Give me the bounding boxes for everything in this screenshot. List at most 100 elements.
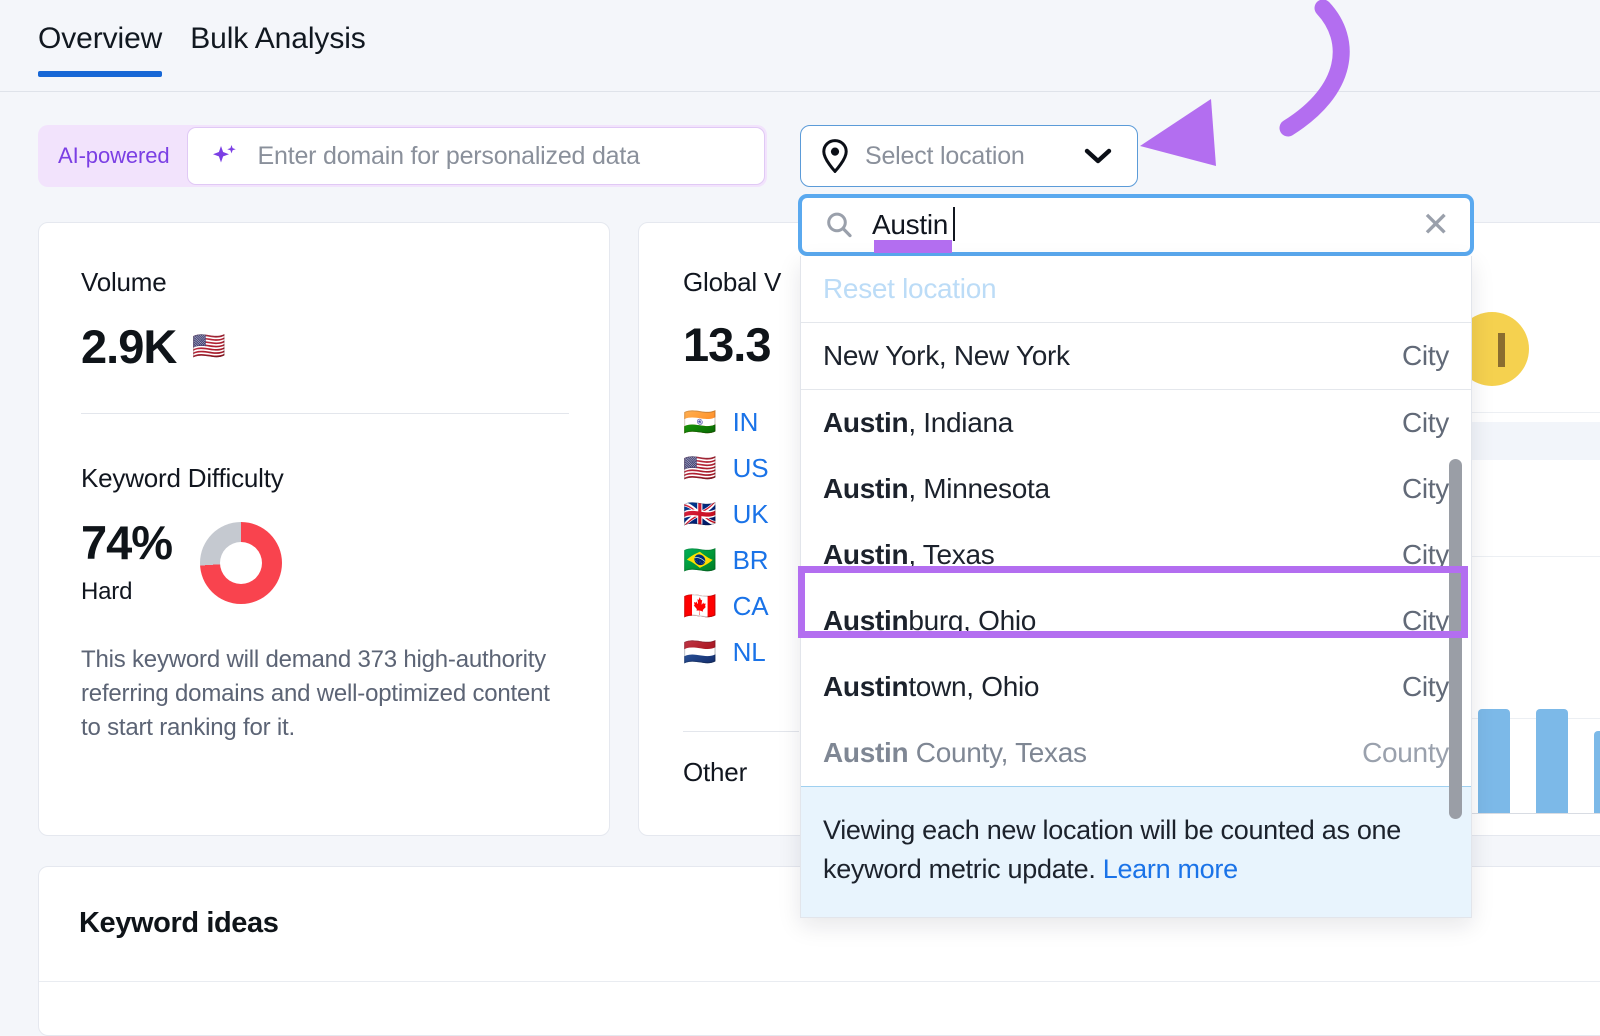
location-rest: town, Ohio <box>908 671 1040 702</box>
location-type: City <box>1401 407 1449 438</box>
underline-annotation <box>874 240 952 253</box>
list-item[interactable]: 🇺🇸 US <box>683 445 769 491</box>
global-volume-value: 13.3 <box>683 318 771 371</box>
location-match: Austin <box>823 539 909 570</box>
location-type: City <box>1401 473 1449 504</box>
country-code[interactable]: CA <box>733 591 769 622</box>
location-usage-notice: Viewing each new location will be counte… <box>801 786 1471 918</box>
location-rest: County, Texas <box>908 737 1087 768</box>
mini-chart-axis <box>1460 813 1600 814</box>
mini-chart-bar <box>1478 709 1510 813</box>
list-item[interactable]: Austin, Minnesota City <box>801 456 1471 522</box>
location-pin-icon <box>820 139 850 173</box>
location-name: New York, New York <box>823 340 1070 372</box>
chevron-down-icon[interactable] <box>1083 146 1113 166</box>
mini-chart-bar <box>1594 731 1600 813</box>
location-name: Austin, Texas <box>823 539 995 571</box>
country-code[interactable]: UK <box>733 499 769 530</box>
location-type: City <box>1401 671 1449 702</box>
search-icon <box>824 210 854 240</box>
location-rest: New York, New York <box>823 340 1070 371</box>
location-name: Austintown, Ohio <box>823 671 1039 703</box>
volume-label: Volume <box>81 267 167 297</box>
location-results-list: New York, New York City Austin, Indiana … <box>801 323 1471 819</box>
location-type: City <box>1401 539 1449 570</box>
ai-powered-badge: AI-powered <box>58 143 170 168</box>
location-match: Austin <box>823 671 909 702</box>
page-title: Keyword ideas <box>79 907 279 939</box>
keyword-difficulty-value: 74% <box>81 516 173 569</box>
location-match: Austin <box>823 473 909 504</box>
tab-bar: Overview Bulk Analysis <box>0 0 1600 92</box>
global-volume-label: Global V <box>683 267 782 297</box>
search-row: AI-powered Enter domain for personalized… <box>38 125 767 187</box>
sparkle-icon <box>210 141 240 171</box>
country-flag-icon: 🇬🇧 <box>683 498 717 529</box>
location-name: Austin, Indiana <box>823 407 1013 439</box>
country-flag-icon: 🇨🇦 <box>683 590 717 621</box>
keyword-difficulty-label: Keyword Difficulty <box>81 463 284 493</box>
scrollbar-thumb[interactable] <box>1449 459 1462 819</box>
country-flag-icon: 🇮🇳 <box>683 406 717 437</box>
location-match: Austin <box>823 407 909 438</box>
tab-overview[interactable]: Overview <box>38 22 163 77</box>
mini-bar-chart <box>1460 670 1600 822</box>
volume-card: Volume 2.9K 🇺🇸 Keyword Difficulty 74% Ha… <box>38 222 610 836</box>
list-item[interactable]: 🇬🇧 UK <box>683 491 769 537</box>
list-item[interactable]: 🇧🇷 BR <box>683 537 769 583</box>
location-dropdown-panel: Reset location New York, New York City A… <box>800 256 1472 919</box>
list-item[interactable]: 🇨🇦 CA <box>683 583 769 629</box>
list-item[interactable]: Austinburg, Ohio City <box>801 588 1471 654</box>
volume-value: 2.9K <box>81 320 177 373</box>
list-item[interactable]: 🇮🇳 IN <box>683 399 768 445</box>
country-code[interactable]: IN <box>733 407 759 438</box>
close-icon[interactable]: ✕ <box>1422 208 1451 242</box>
select-location-label: Select location <box>865 141 1025 170</box>
country-code[interactable]: BR <box>733 545 769 576</box>
country-list: 🇮🇳 IN 🇺🇸 US 🇬🇧 UK 🇧🇷 BR 🇨🇦 CA 🇳🇱 NL <box>683 399 769 675</box>
volume-country-flag: 🇺🇸 <box>192 331 226 361</box>
location-rest: , Minnesota <box>908 473 1050 504</box>
location-match: Austin <box>823 737 909 768</box>
country-flag-icon: 🇺🇸 <box>683 452 717 483</box>
card-divider <box>81 413 569 414</box>
domain-input[interactable]: Enter domain for personalized data <box>186 127 765 185</box>
difficulty-donut-chart <box>200 521 283 604</box>
location-rest: burg, Ohio <box>908 605 1037 636</box>
divider <box>39 981 1600 982</box>
trend-pie-slice <box>1498 333 1505 367</box>
country-flag-icon: 🇧🇷 <box>683 544 717 575</box>
country-flag-icon: 🇳🇱 <box>683 636 717 667</box>
list-item-austin-texas[interactable]: Austin, Texas City <box>801 522 1471 588</box>
country-code[interactable]: NL <box>733 637 766 668</box>
location-search-value: Austin <box>872 207 956 241</box>
list-item[interactable]: New York, New York City <box>801 323 1471 389</box>
location-name: Austin, Minnesota <box>823 473 1050 505</box>
tab-bulk-analysis[interactable]: Bulk Analysis <box>190 22 366 74</box>
country-other-label: Other <box>683 757 748 787</box>
list-item[interactable]: Austin, Indiana City <box>801 390 1471 456</box>
location-rest: , Texas <box>908 539 995 570</box>
mini-chart-bar <box>1536 709 1568 813</box>
select-location-button[interactable]: Select location <box>800 125 1138 187</box>
location-name: Austin County, Texas <box>823 737 1087 769</box>
location-name: Austinburg, Ohio <box>823 605 1036 637</box>
list-item[interactable]: Austintown, Ohio City <box>801 654 1471 720</box>
learn-more-link[interactable]: Learn more <box>1103 854 1238 884</box>
keyword-difficulty-description: This keyword will demand 373 high-author… <box>81 646 550 742</box>
reset-location-button[interactable]: Reset location <box>801 256 1471 322</box>
location-type: City <box>1401 605 1449 636</box>
location-dropdown: Austin ✕ Reset location New York, New Yo… <box>798 194 1474 919</box>
location-type: City <box>1401 340 1449 371</box>
tab-list: Overview Bulk Analysis <box>38 22 366 77</box>
location-match: Austin <box>823 605 909 636</box>
list-item[interactable]: Austin County, Texas County <box>801 720 1471 786</box>
country-code[interactable]: US <box>733 453 769 484</box>
keyword-difficulty-level: Hard <box>81 578 133 605</box>
domain-search-group: AI-powered Enter domain for personalized… <box>38 125 767 187</box>
country-list-divider <box>683 731 799 732</box>
domain-input-placeholder: Enter domain for personalized data <box>257 141 641 170</box>
list-item[interactable]: 🇳🇱 NL <box>683 629 768 675</box>
location-rest: , Indiana <box>908 407 1014 438</box>
location-type: County <box>1362 737 1449 768</box>
